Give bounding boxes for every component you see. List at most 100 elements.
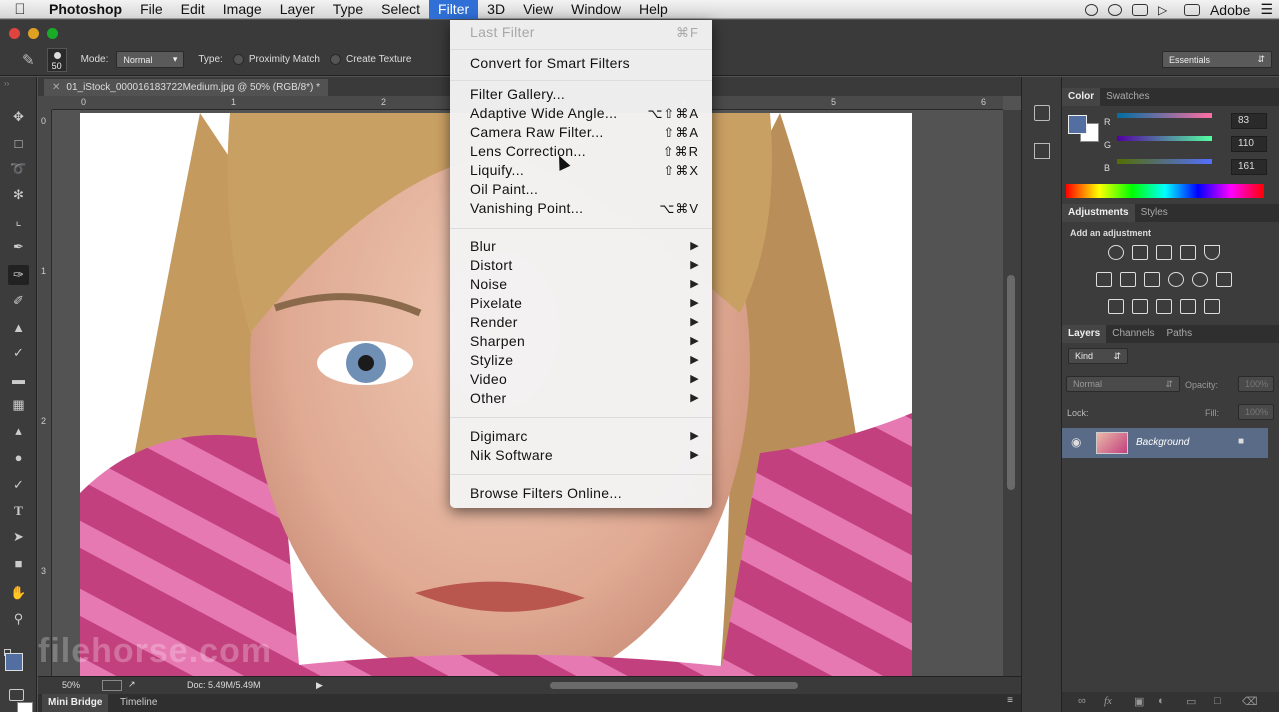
close-window-button[interactable]	[9, 28, 20, 39]
menu-item-sharpen[interactable]: Sharpen ▶	[470, 332, 699, 351]
menu-view[interactable]: View	[514, 0, 562, 19]
black-white-icon[interactable]	[1144, 272, 1160, 287]
pen-tool-icon[interactable]: ✓	[8, 475, 29, 495]
blend-mode-dropdown[interactable]: Normal ⇵	[1066, 376, 1180, 392]
menu-item-vanishing-point[interactable]: Vanishing Point... ⌥⌘V	[470, 199, 699, 218]
levels-icon[interactable]	[1132, 245, 1148, 260]
blue-value-field[interactable]: 161	[1231, 159, 1267, 175]
background-color-swatch[interactable]	[17, 702, 33, 712]
history-brush-tool-icon[interactable]: ✓	[8, 343, 29, 363]
display-icon[interactable]	[1183, 3, 1200, 16]
workspace-dropdown[interactable]: Essentials ⇵	[1162, 51, 1272, 68]
menu-item-browse-filters-online[interactable]: Browse Filters Online...	[470, 484, 699, 503]
menu-item-video[interactable]: Video ▶	[470, 370, 699, 389]
color-lookup-icon[interactable]	[1216, 272, 1232, 287]
horizontal-scroll-thumb[interactable]	[550, 682, 798, 689]
color-balance-icon[interactable]	[1120, 272, 1136, 287]
minimize-window-button[interactable]	[28, 28, 39, 39]
create-texture-radio[interactable]: Create Texture	[329, 53, 411, 65]
zoom-window-button[interactable]	[47, 28, 58, 39]
exposure-icon[interactable]	[1180, 245, 1196, 260]
zoom-tool-icon[interactable]: ⚲	[8, 609, 29, 629]
menu-layer[interactable]: Layer	[271, 0, 324, 19]
menu-item-oil-paint[interactable]: Oil Paint...	[470, 180, 699, 199]
vibrance-icon[interactable]	[1204, 245, 1220, 260]
invert-icon[interactable]	[1108, 299, 1124, 314]
menu-item-stylize[interactable]: Stylize ▶	[470, 351, 699, 370]
menu-item-filter-gallery[interactable]: Filter Gallery...	[470, 85, 699, 104]
sync-icon[interactable]	[1107, 3, 1122, 16]
visibility-eye-icon[interactable]: ◉	[1071, 435, 1081, 449]
dodge-tool-icon[interactable]: ●	[8, 447, 29, 467]
crop-tool-icon[interactable]: ⌞	[8, 211, 29, 231]
menu-edit[interactable]: Edit	[172, 0, 214, 19]
new-group-icon[interactable]: ▭	[1186, 695, 1196, 708]
history-panel-icon[interactable]	[1034, 105, 1050, 121]
menu-item-distort[interactable]: Distort ▶	[470, 256, 699, 275]
mode-dropdown[interactable]: Normal ▾	[116, 51, 185, 68]
menu-app-name[interactable]: Photoshop	[40, 0, 131, 19]
eyedropper-tool-icon[interactable]: ✒	[8, 237, 29, 257]
list-icon[interactable]: ☰	[1260, 1, 1273, 18]
filter-kind-dropdown[interactable]: Kind ⇵	[1068, 348, 1128, 364]
status-menu-arrow-icon[interactable]: ▶	[316, 680, 323, 691]
quick-select-tool-icon[interactable]: ✻	[8, 185, 29, 205]
tab-timeline[interactable]: Timeline	[114, 694, 163, 712]
tab-paths[interactable]: Paths	[1161, 325, 1199, 343]
adjustment-layer-icon[interactable]: ◐	[1158, 695, 1165, 707]
menu-filter[interactable]: Filter	[429, 0, 479, 19]
tab-mini-bridge[interactable]: Mini Bridge	[42, 694, 109, 712]
foreground-color-swatch[interactable]	[5, 653, 23, 671]
vertical-ruler[interactable]: 0 1 2 3	[38, 110, 52, 676]
photo-filter-icon[interactable]	[1168, 272, 1184, 287]
gradient-map-icon[interactable]	[1180, 299, 1196, 314]
menu-type[interactable]: Type	[324, 0, 372, 19]
menu-help[interactable]: Help	[630, 0, 677, 19]
tab-swatches[interactable]: Swatches	[1100, 88, 1155, 106]
color-spectrum[interactable]	[1066, 184, 1264, 198]
menu-item-render[interactable]: Render ▶	[470, 313, 699, 332]
type-tool-icon[interactable]: T	[8, 501, 29, 521]
close-tab-icon[interactable]: ✕	[52, 82, 60, 93]
brush-tool-icon[interactable]: ✐	[8, 291, 29, 311]
blur-tool-icon[interactable]: ▴	[8, 421, 29, 441]
opacity-field[interactable]: 100%	[1238, 376, 1274, 392]
hand-tool-icon[interactable]: ✋	[8, 583, 29, 603]
properties-panel-icon[interactable]	[1034, 143, 1050, 159]
blue-slider[interactable]	[1117, 159, 1212, 164]
export-icon[interactable]	[102, 680, 122, 691]
menu-item-convert-smart-filters[interactable]: Convert for Smart Filters	[470, 54, 699, 73]
marquee-tool-icon[interactable]: □	[8, 133, 29, 153]
menu-item-camera-raw-filter[interactable]: Camera Raw Filter... ⇧⌘A	[470, 123, 699, 142]
clone-stamp-tool-icon[interactable]: ▲	[8, 317, 29, 337]
trash-icon[interactable]: ⌫	[1242, 695, 1258, 708]
menu-item-nik-software[interactable]: Nik Software ▶	[470, 446, 699, 465]
lasso-tool-icon[interactable]: ➰	[8, 159, 29, 179]
menu-window[interactable]: Window	[562, 0, 630, 19]
threshold-icon[interactable]	[1156, 299, 1172, 314]
share-icon[interactable]: ↗	[128, 679, 136, 690]
healing-brush-tool-icon[interactable]: ✑	[8, 265, 29, 285]
tab-adjustments[interactable]: Adjustments	[1062, 204, 1135, 222]
green-slider[interactable]	[1117, 136, 1212, 141]
panel-menu-icon[interactable]: ≡	[1007, 695, 1013, 706]
vertical-scrollbar[interactable]	[1003, 110, 1021, 676]
foreground-color-box[interactable]	[1068, 115, 1087, 134]
tab-styles[interactable]: Styles	[1135, 204, 1174, 222]
fill-field[interactable]: 100%	[1238, 404, 1274, 420]
menu-item-blur[interactable]: Blur ▶	[470, 237, 699, 256]
menu-item-lens-correction[interactable]: Lens Correction... ⇧⌘R	[470, 142, 699, 161]
layer-row-background[interactable]: ◉ Background ■	[1062, 428, 1268, 458]
brush-size-picker[interactable]: 50	[46, 47, 67, 72]
quick-mask-icon[interactable]	[9, 689, 24, 701]
menu-item-pixelate[interactable]: Pixelate ▶	[470, 294, 699, 313]
hue-saturation-icon[interactable]	[1096, 272, 1112, 287]
menu-file[interactable]: File	[131, 0, 172, 19]
tab-channels[interactable]: Channels	[1106, 325, 1160, 343]
document-tab[interactable]: ✕ 01_iStock_000016183722Medium.jpg @ 50% …	[44, 79, 329, 96]
menu-3d[interactable]: 3D	[478, 0, 514, 19]
green-value-field[interactable]: 110	[1231, 136, 1267, 152]
shape-tool-icon[interactable]: ■	[8, 553, 29, 573]
status-adobe-label[interactable]: Adobe	[1210, 2, 1250, 18]
menu-select[interactable]: Select	[372, 0, 429, 19]
